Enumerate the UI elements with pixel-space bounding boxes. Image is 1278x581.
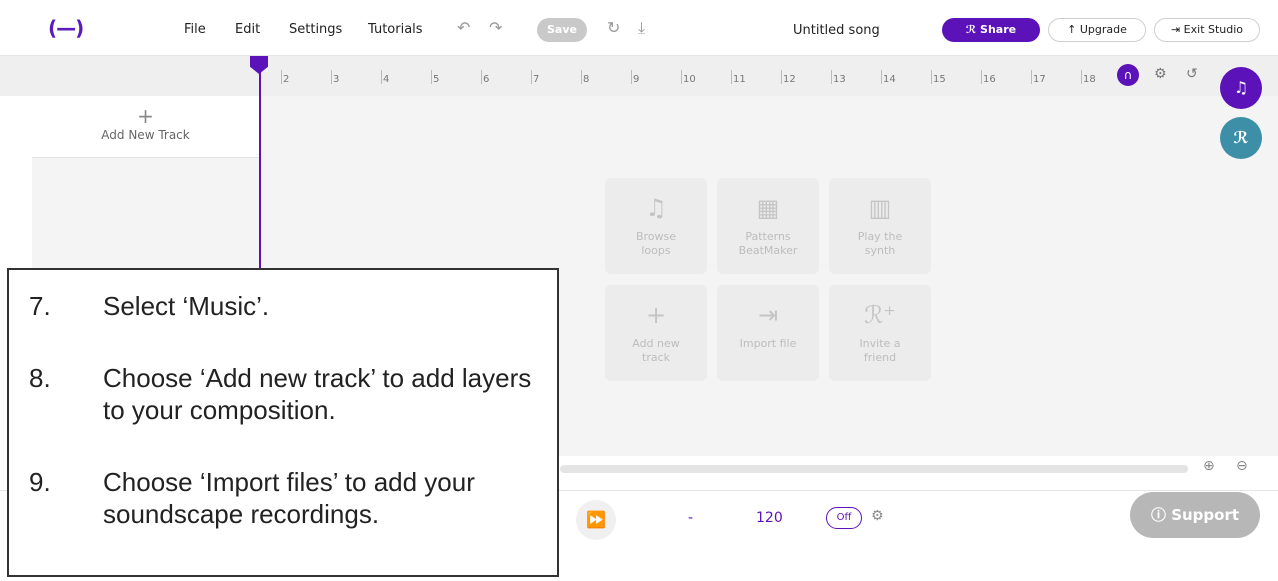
upgrade-label: Upgrade (1079, 23, 1127, 36)
ruler-tick: 6 (480, 70, 490, 85)
tile-patterns-beatmaker[interactable]: ▦ Patterns BeatMaker (717, 178, 819, 274)
ruler-tick: 13 (831, 70, 846, 85)
studio-app: (—) File Edit Settings Tutorials ↶ ↷ Sav… (0, 0, 1278, 581)
tile-label: Browse loops (635, 230, 677, 257)
support-label: Support (1171, 506, 1240, 524)
undo-icon[interactable]: ↶ (457, 18, 470, 37)
tile-label: Play the synth (857, 230, 903, 257)
step-text: Choose ‘Add new track’ to add layers to … (103, 363, 532, 425)
redo-icon[interactable]: ↷ (489, 18, 502, 37)
metronome-toggle[interactable]: Off (826, 507, 862, 529)
tile-browse-loops[interactable]: ♫ Browse loops (605, 178, 707, 274)
ruler-tick: 2 (280, 70, 290, 85)
gear-icon[interactable]: ⚙ (871, 508, 884, 524)
zoom-out-icon[interactable]: ⊖ (1236, 458, 1248, 474)
ruler-tick: 9 (630, 70, 640, 85)
upgrade-button[interactable]: ↑ Upgrade (1048, 18, 1146, 42)
step-text: Select ‘Music’. (103, 291, 270, 321)
help-icon: ⓘ (1150, 506, 1172, 524)
ruler-tick: 17 (1031, 70, 1046, 85)
horizontal-scrollbar[interactable] (560, 465, 1188, 473)
share-label: Share (980, 23, 1017, 36)
song-title[interactable]: Untitled song (793, 23, 880, 38)
ruler-tick: 8 (580, 70, 590, 85)
ruler-tick: 4 (380, 70, 390, 85)
plus-icon: + (137, 104, 154, 128)
playhead-line (259, 72, 261, 272)
plus-icon: + (645, 301, 667, 329)
zoom-in-icon[interactable]: ⊕ (1203, 458, 1215, 474)
tile-invite-friend[interactable]: ℛ⁺ Invite a friend (829, 285, 931, 381)
top-bar: (—) File Edit Settings Tutorials ↶ ↷ Sav… (0, 0, 1278, 56)
ruler-tick: 10 (681, 70, 696, 85)
gear-icon[interactable]: ⚙ (1154, 66, 1167, 82)
menu-file[interactable]: File (184, 22, 206, 37)
tile-label: Patterns BeatMaker (738, 230, 798, 257)
add-new-track-button[interactable]: + Add New Track (32, 96, 259, 158)
exit-icon: ⇥ (1170, 23, 1184, 36)
ruler-tick: 15 (931, 70, 946, 85)
step-number: 8. (29, 363, 51, 393)
menu-settings[interactable]: Settings (289, 22, 342, 37)
import-icon: ⇥ (757, 301, 779, 329)
invite-icon: ℛ⁺ (864, 301, 896, 329)
add-track-label: Add New Track (101, 128, 190, 142)
tile-label: Import file (739, 337, 797, 350)
exit-studio-button[interactable]: ⇥ Exit Studio (1154, 18, 1260, 42)
piano-icon: ▥ (868, 194, 892, 222)
tile-add-new-track[interactable]: + Add new track (605, 285, 707, 381)
ruler-tick: 3 (330, 70, 340, 85)
download-icon[interactable]: ⤓ (638, 18, 645, 38)
ruler-tick: 7 (530, 70, 540, 85)
ruler-ticks: 2 3 4 5 6 7 8 9 10 11 12 13 14 15 16 17 … (260, 56, 1120, 96)
tile-label: Invite a friend (859, 337, 901, 364)
ruler-tick: 11 (731, 70, 746, 85)
loop-toggle-icon[interactable]: ∩ (1117, 64, 1139, 86)
arrow-up-icon: ↑ (1067, 23, 1080, 36)
menu-tutorials[interactable]: Tutorials (368, 22, 423, 37)
collab-icon[interactable]: ℛ (1220, 117, 1262, 159)
exit-label: Exit Studio (1183, 23, 1244, 36)
step-number: 7. (29, 291, 51, 321)
bpm-value[interactable]: 120 (756, 510, 783, 526)
tile-label: Add new track (632, 337, 680, 364)
ruler-tick: 12 (781, 70, 796, 85)
grid-icon: ▦ (756, 194, 780, 222)
ruler-tick: 5 (430, 70, 440, 85)
ruler-tick: 18 (1081, 70, 1096, 85)
revert-icon[interactable]: ↻ (607, 18, 620, 37)
ruler-tick: 16 (981, 70, 996, 85)
fast-forward-icon[interactable]: ⏩ (576, 500, 616, 540)
support-button[interactable]: ⓘ Support (1130, 492, 1260, 538)
instruction-box: 7. Select ‘Music’. 8. Choose ‘Add new tr… (7, 268, 559, 577)
logo[interactable]: (—) (48, 16, 84, 40)
ruler-tick: 14 (881, 70, 896, 85)
music-note-icon[interactable]: ♫ (1220, 67, 1262, 109)
tile-import-file[interactable]: ⇥ Import file (717, 285, 819, 381)
refresh-icon[interactable]: ↺ (1186, 66, 1198, 82)
collab-icon: ℛ (965, 23, 981, 36)
share-button[interactable]: ℛ Share (942, 18, 1040, 42)
save-button[interactable]: Save (537, 18, 587, 42)
step-text: Choose ‘Import files’ to add your sounds… (103, 467, 475, 529)
step-number: 9. (29, 467, 51, 497)
time-display: - (688, 510, 694, 526)
music-note-icon: ♫ (645, 194, 667, 222)
menu-edit[interactable]: Edit (235, 22, 260, 37)
timeline-ruler[interactable]: 2 3 4 5 6 7 8 9 10 11 12 13 14 15 16 17 … (0, 56, 1278, 96)
tile-play-synth[interactable]: ▥ Play the synth (829, 178, 931, 274)
